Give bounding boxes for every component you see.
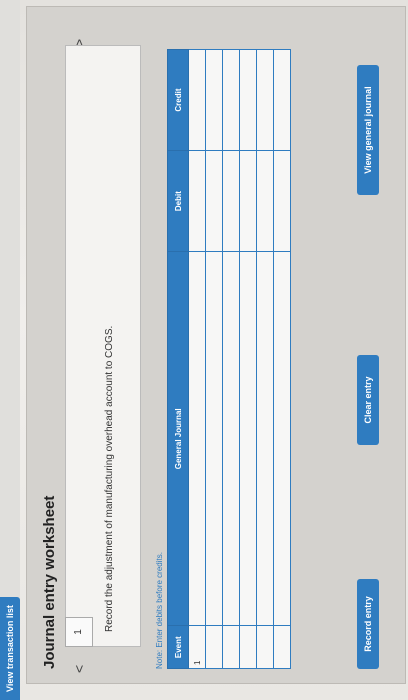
credit-input[interactable] <box>205 49 223 151</box>
credit-input[interactable] <box>222 49 240 151</box>
event-cell <box>239 625 257 669</box>
debit-input[interactable] <box>239 150 257 252</box>
header-debit: Debit <box>167 150 189 252</box>
top-strip: View transaction list <box>0 0 20 700</box>
general-journal-select[interactable] <box>256 251 274 626</box>
rotated-screen: View transaction list Journal entry work… <box>0 0 408 700</box>
page-title: Journal entry worksheet <box>41 495 58 669</box>
header-credit: Credit <box>167 49 189 151</box>
credit-input[interactable] <box>239 49 257 151</box>
event-cell <box>222 625 240 669</box>
general-journal-select[interactable] <box>188 251 206 626</box>
header-event: Event <box>167 625 189 669</box>
chevron-left-icon[interactable]: < <box>71 665 87 673</box>
journal-entry-panel: Journal entry worksheet < > 1 Record the… <box>26 6 406 684</box>
general-journal-select[interactable] <box>222 251 240 626</box>
event-cell <box>273 625 291 669</box>
step-number-tab[interactable]: 1 <box>65 617 93 647</box>
credit-input[interactable] <box>188 49 206 151</box>
debit-input[interactable] <box>205 150 223 252</box>
debit-input[interactable] <box>273 150 291 252</box>
header-general-journal: General Journal <box>167 251 189 626</box>
debit-input[interactable] <box>188 150 206 252</box>
journal-table: Event General Journal Debit Credit 1 <box>167 49 291 669</box>
record-entry-button[interactable]: Record entry <box>357 579 379 669</box>
event-cell: 1 <box>188 625 206 669</box>
credit-input[interactable] <box>256 49 274 151</box>
step-box: 1 Record the adjustment of manufacturing… <box>65 45 141 647</box>
table-header-row: Event General Journal Debit Credit <box>167 49 189 669</box>
general-journal-select[interactable] <box>205 251 223 626</box>
table-row <box>222 49 240 669</box>
event-cell <box>256 625 274 669</box>
view-general-journal-button[interactable]: View general journal <box>357 65 379 195</box>
event-cell <box>205 625 223 669</box>
credit-input[interactable] <box>273 49 291 151</box>
view-transaction-list-button[interactable]: View transaction list <box>0 597 20 700</box>
table-row <box>205 49 223 669</box>
table-row <box>239 49 257 669</box>
table-row <box>273 49 291 669</box>
table-row: 1 <box>188 49 206 669</box>
general-journal-select[interactable] <box>273 251 291 626</box>
clear-entry-button[interactable]: Clear entry <box>357 355 379 445</box>
instruction-text: Record the adjustment of manufacturing o… <box>104 325 115 632</box>
debit-input[interactable] <box>256 150 274 252</box>
table-row <box>256 49 274 669</box>
general-journal-select[interactable] <box>239 251 257 626</box>
debit-input[interactable] <box>222 150 240 252</box>
note-text: Note: Enter debits before credits. <box>155 552 164 669</box>
